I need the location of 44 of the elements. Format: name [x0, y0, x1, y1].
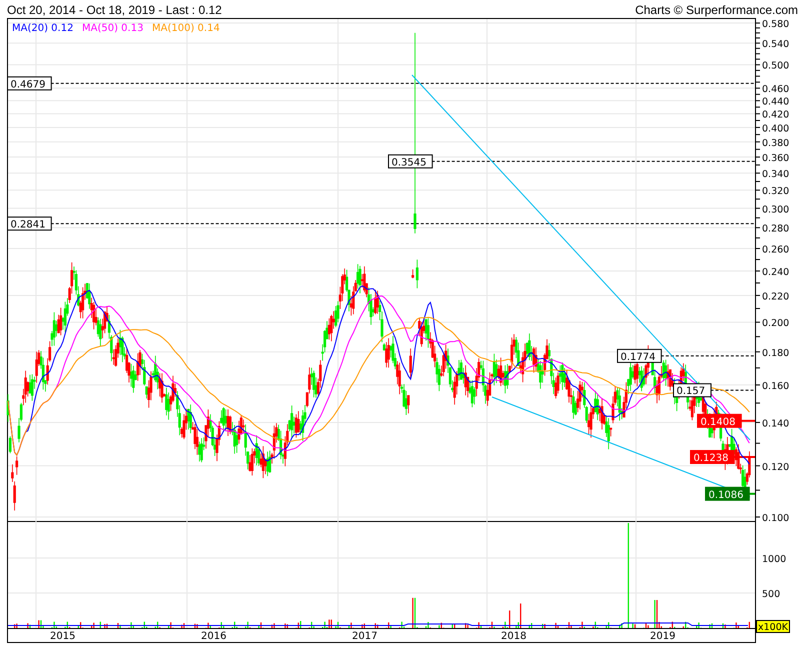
axis-label: 0.180 — [762, 348, 790, 359]
axis-label: 0.100 — [762, 513, 790, 524]
axis-label: 0.200 — [762, 318, 790, 330]
axis-label: 0.580 — [762, 19, 790, 30]
level-line — [740, 420, 755, 422]
legend-item: MA(50) 0.13 — [82, 23, 144, 34]
axis-label: 0.440 — [762, 96, 790, 108]
price-label: 0.3545 — [388, 154, 433, 168]
price-label: 0.1086 — [705, 486, 750, 501]
credit-text: Charts © Surperformance.com — [635, 3, 798, 17]
price-label: 0.157 — [673, 383, 712, 398]
legend-item: MA(100) 0.14 — [152, 23, 220, 34]
axis-label: 1000 — [762, 554, 786, 565]
axis-label: 0.500 — [762, 60, 790, 72]
axis-label: 0.220 — [762, 291, 790, 302]
price-label: 0.1408 — [697, 414, 742, 428]
axis-label: 0.120 — [762, 462, 790, 473]
axis-label: 0.140 — [762, 418, 790, 430]
axis-label: 0.260 — [762, 244, 790, 256]
axis-label: 0.420 — [762, 110, 790, 121]
unit-badge: x100K — [756, 620, 790, 633]
axis-label: 0.540 — [762, 39, 790, 50]
axis-label: 500 — [762, 589, 780, 600]
price-label: 0.4679 — [7, 76, 52, 90]
legend-item: MA(20) 0.12 — [12, 23, 74, 34]
axis-label: 0.460 — [762, 84, 790, 96]
year-label: 2017 — [352, 631, 378, 642]
date-range-title: Oct 20, 2014 - Oct 18, 2019 - Last : 0.12 — [7, 3, 222, 17]
year-label: 2019 — [650, 631, 676, 642]
axis-label: 0.400 — [762, 123, 790, 134]
axis-label: 0.340 — [762, 169, 790, 180]
year-label: 2018 — [501, 631, 526, 642]
axis-label: 0.300 — [762, 204, 790, 216]
price-label: 0.2841 — [7, 216, 52, 231]
year-label: 2015 — [50, 631, 76, 642]
year-label: 2016 — [201, 631, 226, 642]
axis-label: 0.160 — [762, 380, 790, 392]
axis-label: 0.240 — [762, 267, 790, 278]
price-label: 0.1774 — [617, 348, 662, 363]
axis-label: 0.280 — [762, 224, 790, 235]
axis-label: 0.360 — [762, 153, 790, 164]
price-label: 0.1238 — [690, 450, 735, 464]
axis-label: 0.320 — [762, 186, 790, 198]
axis-label: 0.380 — [762, 138, 790, 149]
